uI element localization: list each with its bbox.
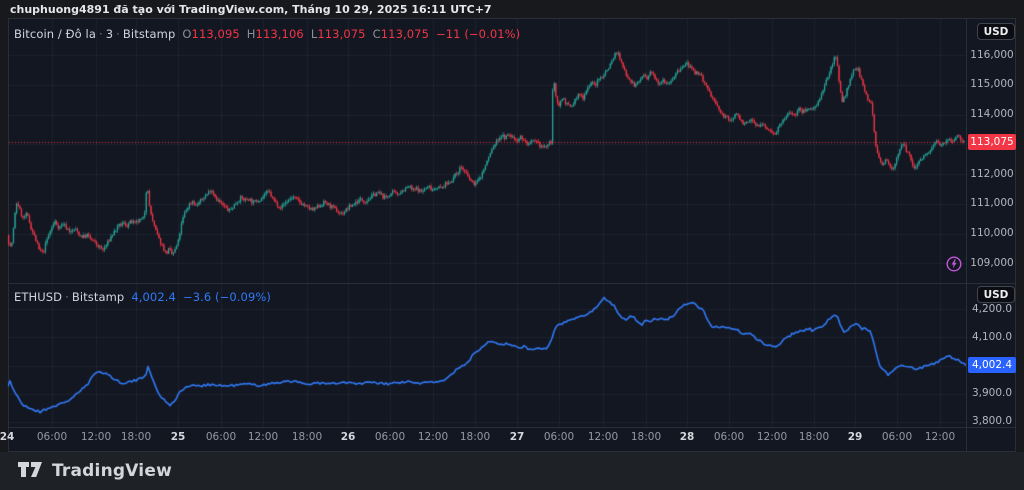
- btc-currency-badge[interactable]: USD: [977, 23, 1015, 40]
- time-tick-label: 12:00: [248, 431, 278, 443]
- btc-price-tick-label: 109,000: [966, 257, 1018, 269]
- btc-ohlc-close: C113,075: [373, 27, 429, 41]
- btc-price-tick-label: 112,000: [966, 168, 1018, 180]
- time-tick-label: 12:00: [81, 431, 111, 443]
- time-tick-label: 12:00: [418, 431, 448, 443]
- time-tick-label: 06:00: [206, 431, 236, 443]
- time-tick-label: 12:00: [588, 431, 618, 443]
- btc-last-price-badge: 113,075: [968, 134, 1016, 150]
- time-tick-label: 18:00: [292, 431, 322, 443]
- eth-price-tick-label: 3,800.0: [966, 415, 1018, 427]
- time-tick-label: 12:00: [757, 431, 787, 443]
- btc-ohlc-high: H113,106: [247, 27, 304, 41]
- btc-price-tick-label: 110,000: [966, 227, 1018, 239]
- time-tick-label: 28: [680, 431, 695, 443]
- time-axis-separator: [9, 427, 1016, 428]
- time-tick-label: 06:00: [882, 431, 912, 443]
- tradingview-brand-text[interactable]: TradingView: [52, 461, 172, 481]
- eth-price-tick-label: 3,900.0: [966, 387, 1018, 399]
- time-tick-label: 06:00: [714, 431, 744, 443]
- time-tick-label: 27: [510, 431, 525, 443]
- btc-price-tick-label: 111,000: [966, 197, 1018, 209]
- footer-bar: TradingView: [0, 452, 1024, 490]
- btc-price-tick-label: 115,000: [966, 78, 1018, 90]
- time-tick-label: 18:00: [799, 431, 829, 443]
- btc-exchange: Bitstamp: [123, 27, 175, 41]
- eth-currency-badge[interactable]: USD: [977, 286, 1015, 303]
- eth-last-price-badge: 4,002.4: [968, 357, 1016, 373]
- btc-symbol-title[interactable]: Bitcoin / Đô la: [14, 27, 96, 41]
- time-tick-label: 06:00: [375, 431, 405, 443]
- btc-change: −11 (−0.01%): [436, 27, 520, 41]
- eth-last-value: 4,002.4: [131, 290, 176, 304]
- btc-ohlc-low: L113,075: [311, 27, 366, 41]
- time-tick-label: 29: [848, 431, 863, 443]
- eth-price-tick-label: 4,200.0: [966, 303, 1018, 315]
- eth-price-tick-label: 4,100.0: [966, 331, 1018, 343]
- time-tick-label: 26: [341, 431, 356, 443]
- btc-legend: Bitcoin / Đô la·3·BitstampO113,095H113,1…: [14, 27, 520, 41]
- btc-ohlc-open: O113,095: [182, 27, 239, 41]
- time-tick-label: 06:00: [544, 431, 574, 443]
- time-tick-label: 18:00: [121, 431, 151, 443]
- time-tick-label: 18:00: [631, 431, 661, 443]
- chart-canvas[interactable]: [0, 0, 1024, 490]
- btc-price-tick-label: 116,000: [966, 49, 1018, 61]
- time-tick-label: 25: [171, 431, 186, 443]
- time-tick-label: 06:00: [37, 431, 67, 443]
- time-tick-label: 18:00: [460, 431, 490, 443]
- panel-separator: [9, 283, 1016, 284]
- btc-price-tick-label: 114,000: [966, 108, 1018, 120]
- time-tick-label: 12:00: [925, 431, 955, 443]
- eth-legend: ETHUSD·Bitstamp4,002.4−3.6 (−0.09%): [14, 290, 271, 304]
- eth-symbol-title[interactable]: ETHUSD: [14, 290, 62, 304]
- eth-change: −3.6 (−0.09%): [183, 290, 271, 304]
- tradingview-logo-icon[interactable]: [18, 461, 43, 482]
- eth-exchange: Bitstamp: [72, 290, 124, 304]
- lightning-icon[interactable]: [946, 256, 962, 272]
- time-tick-label: 24: [0, 431, 14, 443]
